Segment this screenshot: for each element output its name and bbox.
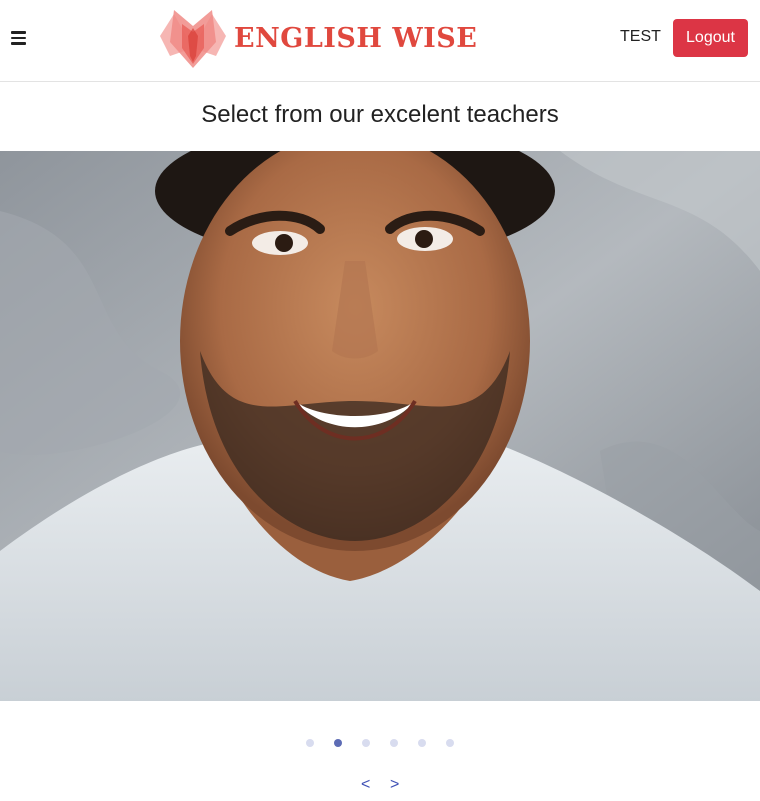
teacher-portrait-image <box>0 151 760 701</box>
brand-name: ENGLISH WISE <box>234 22 478 54</box>
hamburger-icon[interactable] <box>11 31 26 45</box>
brand-logo[interactable]: ENGLISH WISE <box>160 6 477 70</box>
carousel-dot-active[interactable] <box>334 739 342 747</box>
carousel-dot[interactable] <box>362 739 370 747</box>
page: ENGLISH WISE TEST Logout Select from our… <box>0 0 760 801</box>
teacher-photo[interactable] <box>0 151 760 701</box>
lotus-logo-icon <box>160 10 226 68</box>
logout-button[interactable]: Logout <box>673 19 748 57</box>
page-title: Select from our excelent teachers <box>201 101 559 128</box>
carousel-prev-button[interactable]: < <box>361 776 370 794</box>
carousel-next-button[interactable]: > <box>390 776 399 794</box>
carousel-dot[interactable] <box>390 739 398 747</box>
top-navbar: ENGLISH WISE TEST Logout <box>0 0 760 82</box>
carousel-dot[interactable] <box>306 739 314 747</box>
carousel-dot[interactable] <box>418 739 426 747</box>
user-name: TEST <box>620 28 661 45</box>
carousel-dot[interactable] <box>446 739 454 747</box>
carousel-indicators <box>306 739 454 747</box>
